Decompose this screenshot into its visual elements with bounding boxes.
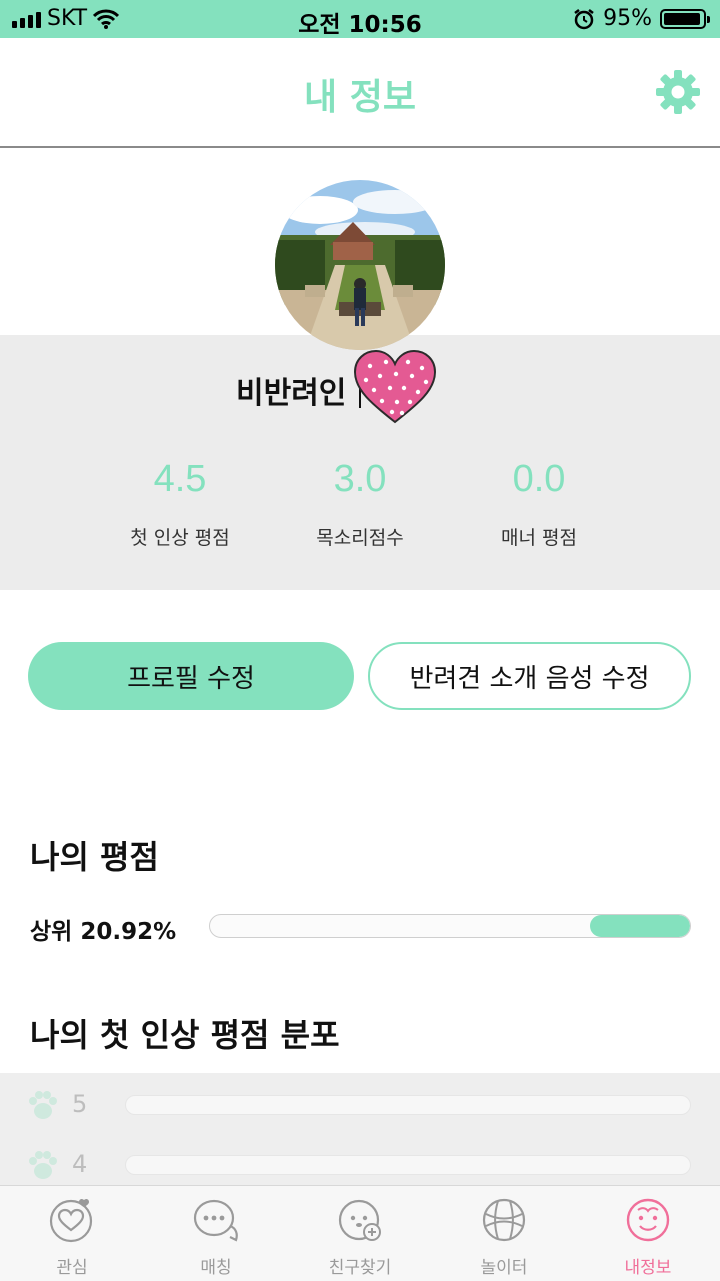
- distribution-row: 5: [0, 1086, 720, 1126]
- rank-label: 상위 20.92%: [30, 919, 177, 945]
- page-title: 내 정보: [304, 77, 416, 118]
- tab-label: 관심: [56, 1258, 88, 1278]
- distribution-title: 나의 첫 인상 평점 분포: [30, 1016, 340, 1054]
- edit-profile-button[interactable]: 프로필 수정: [28, 642, 354, 710]
- battery-icon: [660, 8, 710, 29]
- tab-my-info[interactable]: 내정보: [576, 1186, 720, 1281]
- distribution-row: 4: [0, 1146, 720, 1185]
- tab-interest[interactable]: 관심: [0, 1186, 144, 1281]
- tab-label: 친구찾기: [328, 1258, 392, 1278]
- tab-bar: 관심 매칭 친구찾기 놀이터 내정보: [0, 1185, 720, 1281]
- smiley-icon: [626, 1198, 670, 1242]
- alarm-icon: [574, 8, 594, 29]
- stat-value: 3.0: [333, 458, 387, 500]
- tab-label: 놀이터: [480, 1258, 528, 1278]
- distribution-bar: [125, 1155, 691, 1175]
- dog-plus-icon: [338, 1199, 381, 1241]
- stat-label: 첫 인상 평점: [130, 527, 230, 549]
- distribution-score: 4: [72, 1150, 88, 1178]
- ball-icon: [482, 1198, 526, 1242]
- status-right: 95%: [573, 6, 710, 31]
- status-bar: SKT 오전 10:56 95%: [0, 0, 720, 38]
- stat-value: 4.5: [153, 458, 207, 500]
- edit-voice-button[interactable]: 반려견 소개 음성 수정: [368, 642, 691, 710]
- app-header: 내 정보: [0, 38, 720, 148]
- distribution-list[interactable]: 5 4: [0, 1073, 720, 1185]
- stat-first-impression: 4.5 첫 인상 평점: [90, 458, 270, 550]
- tab-label: 내정보: [624, 1258, 672, 1278]
- rank-progress-bar: [209, 914, 691, 938]
- chat-bubbles-icon: [193, 1199, 238, 1242]
- avatar[interactable]: [275, 180, 445, 350]
- rank-progress-fill: [589, 915, 690, 937]
- battery-percent: 95%: [603, 6, 652, 31]
- paw-icon: [29, 1091, 57, 1119]
- distribution-score: 5: [72, 1090, 88, 1118]
- username: 비반려인: [236, 376, 347, 411]
- gear-icon[interactable]: [654, 68, 702, 116]
- stat-value: 0.0: [512, 458, 566, 500]
- rating-title: 나의 평점: [30, 838, 159, 876]
- stat-label: 매너 평점: [501, 527, 577, 549]
- tab-label: 매칭: [200, 1258, 232, 1278]
- distribution-bar: [125, 1095, 691, 1115]
- paw-icon: [29, 1151, 57, 1179]
- tab-matching[interactable]: 매칭: [144, 1186, 288, 1281]
- stat-voice: 3.0 목소리점수: [270, 458, 450, 550]
- heart-bubble-icon: [49, 1198, 93, 1243]
- stat-label: 목소리점수: [316, 527, 404, 549]
- stat-manner: 0.0 매너 평점: [449, 458, 629, 550]
- tab-playground[interactable]: 놀이터: [432, 1186, 576, 1281]
- heart-sticker-icon: [353, 349, 437, 424]
- tab-find-friends[interactable]: 친구찾기: [288, 1186, 432, 1281]
